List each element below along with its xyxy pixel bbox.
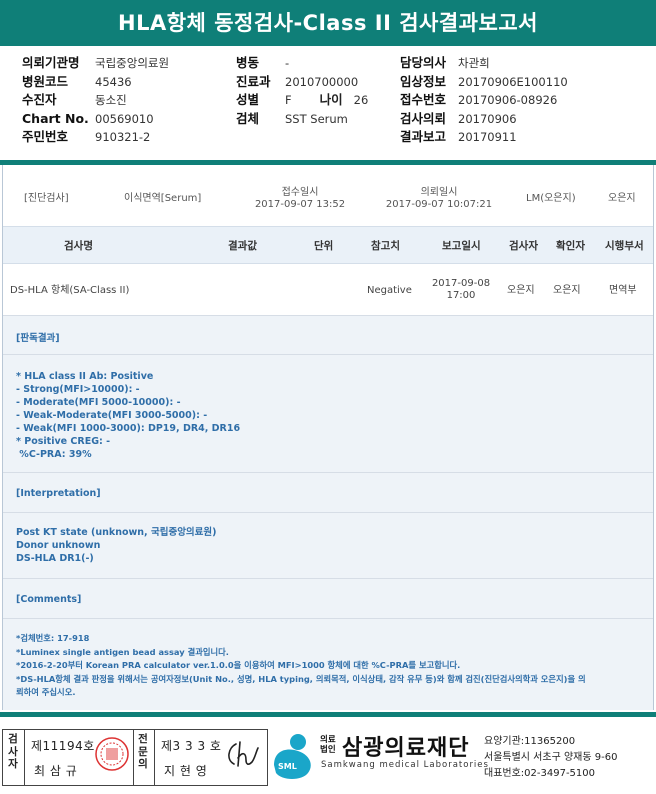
section-divider-1 xyxy=(3,354,653,355)
info-row-chart-no: Chart No. 00569010 xyxy=(22,110,154,126)
tester-seal-icon xyxy=(94,736,130,772)
info-row-hospital-code: 병원코드 45436 xyxy=(22,73,132,89)
specialist-signature-icon xyxy=(222,738,262,774)
company-name: 삼광의료재단 xyxy=(342,736,470,761)
judgement-body: * HLA class II Ab: Positive - Strong(MFI… xyxy=(16,371,241,460)
tester-license: 제11194호 xyxy=(31,739,95,753)
legal-label: 의료 법인 xyxy=(320,735,336,755)
meta-person: 오은지 xyxy=(608,193,636,204)
info-row-institution: 의뢰기관명 국립중앙의료원 xyxy=(22,55,170,70)
th-report-date: 보고일시 xyxy=(442,240,481,252)
info-row-department: 진료과 2010700000 xyxy=(236,73,359,89)
cell-report-datetime: 2017-09-08 17:00 xyxy=(428,278,494,302)
info-row-ward: 병동 - xyxy=(236,55,290,70)
info-row-request-date: 검사의뢰 20170906 xyxy=(400,110,517,126)
th-unit: 단위 xyxy=(314,240,334,252)
logo-abbr: SML xyxy=(278,762,297,771)
tester-name: 최 삼 규 xyxy=(34,764,78,778)
info-row-specimen: 검체 SST Serum xyxy=(236,110,348,126)
th-result: 결과값 xyxy=(228,240,257,252)
info-row-patient-name: 수진자 동소진 xyxy=(22,92,127,107)
sml-logo-icon xyxy=(272,731,316,781)
meta-requested-label: 의뢰일시 xyxy=(420,187,458,198)
meta-received-value: 2017-09-07 13:52 xyxy=(254,199,346,210)
cell-report-date: 2017-09-08 xyxy=(431,278,491,289)
meta-lm: LM(오은지) xyxy=(526,193,576,204)
cell-confirmer: 오은지 xyxy=(553,285,581,296)
meta-test-type: 이식면역[Serum] xyxy=(124,193,202,204)
company-code: 요양기관:11365200 xyxy=(484,736,576,747)
footer-divider xyxy=(0,712,656,717)
info-row-sex-age: 성별 F 나이 26 xyxy=(236,92,369,107)
cell-dept: 면역부 xyxy=(609,285,637,296)
info-row-resident-no: 주민번호 910321-2 xyxy=(22,129,151,144)
section-divider-2 xyxy=(3,472,653,473)
cell-reference: Negative xyxy=(367,285,412,296)
th-test-name: 검사명 xyxy=(64,240,93,252)
meta-requested: 의뢰일시 2017-09-07 10:07:21 xyxy=(384,187,494,211)
cell-tester: 오은지 xyxy=(507,285,535,296)
company-address: 서울특별시 서초구 양재동 9-60 xyxy=(484,752,618,763)
meta-dept: [진단검사] xyxy=(24,193,69,204)
comments-title: [Comments] xyxy=(16,594,82,605)
interpretation-body: Post KT state (unknown, 국립중앙의료원) Donor u… xyxy=(16,527,217,564)
interpretation-title: [Interpretation] xyxy=(16,488,101,499)
legal-label-2: 법인 xyxy=(320,745,336,755)
info-row-report-date: 결과보고 20170911 xyxy=(400,129,517,144)
sig-divider-3 xyxy=(154,729,155,786)
th-dept: 시행부서 xyxy=(605,240,644,252)
cell-report-time: 17:00 xyxy=(446,290,476,301)
meta-received-label: 접수일시 xyxy=(281,187,319,198)
company-phone: 대표번호:02-3497-5100 xyxy=(484,768,596,779)
specialist-license: 제3 3 3 호 xyxy=(161,739,222,753)
judgement-title: [판독결과] xyxy=(16,333,60,344)
th-reference: 참고치 xyxy=(371,240,400,252)
info-row-doctor: 담당의사 차관희 xyxy=(400,55,490,70)
info-row-clinical-info: 임상정보 20170906E100110 xyxy=(400,73,568,89)
legal-label-1: 의료 xyxy=(320,735,336,745)
patient-info-left: 의뢰기관명 국립중앙의료원 병원코드 45436 수진자 동소진 Chart No. 0… xyxy=(22,54,169,147)
company-name-en: Samkwang medical Laboratories xyxy=(321,760,489,770)
patient-info-right: 담당의사 차관희 임상정보 20170906E100110 접수번호 20170906… xyxy=(400,54,568,147)
section-divider-5 xyxy=(3,618,653,619)
cell-test-name: DS-HLA 항체(SA-Class II) xyxy=(10,285,130,296)
tester-vertical-label: 검사자 xyxy=(8,733,18,770)
th-confirmer: 확인자 xyxy=(556,240,585,252)
th-tester: 검사자 xyxy=(509,240,538,252)
section-divider-3 xyxy=(3,512,653,513)
meta-requested-value: 2017-09-07 10:07:21 xyxy=(385,199,493,210)
sig-divider-1 xyxy=(24,729,25,786)
meta-received: 접수일시 2017-09-07 13:52 xyxy=(250,187,350,211)
sig-divider-2 xyxy=(133,729,134,786)
patient-info-middle: 병동 - 진료과 2010700000 성별 F 나이 26 검체 SST Serum xyxy=(236,54,368,128)
specialist-name: 지 현 영 xyxy=(164,764,208,778)
report-title: HLA항체 동정검사-Class II 검사결과보고서 xyxy=(0,0,656,46)
section-divider-4 xyxy=(3,578,653,579)
info-row-accession-no: 접수번호 20170906-08926 xyxy=(400,92,558,107)
comments-body: *검체번호: 17-918 *Luminex single antigen be… xyxy=(16,633,586,697)
specialist-vertical-label: 전문의 xyxy=(138,733,148,770)
